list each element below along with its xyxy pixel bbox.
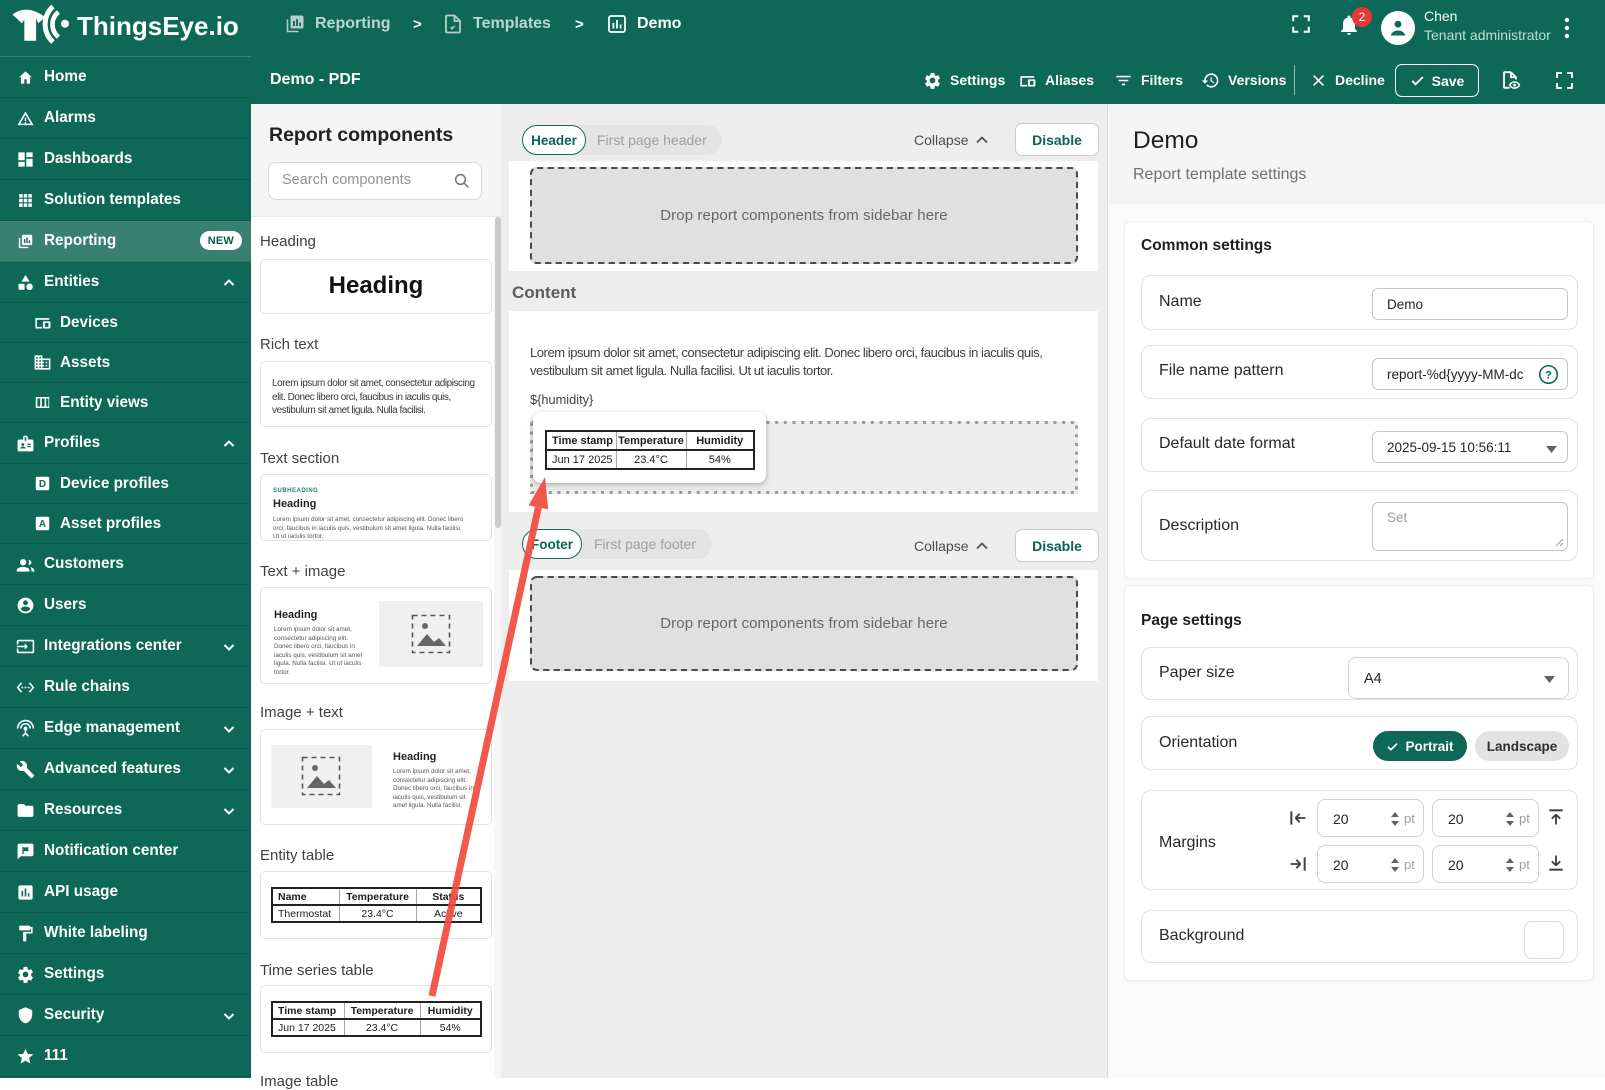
svg-text:?: ? — [1545, 370, 1552, 382]
svg-text:A: A — [39, 519, 46, 530]
svg-text:D: D — [39, 479, 46, 490]
